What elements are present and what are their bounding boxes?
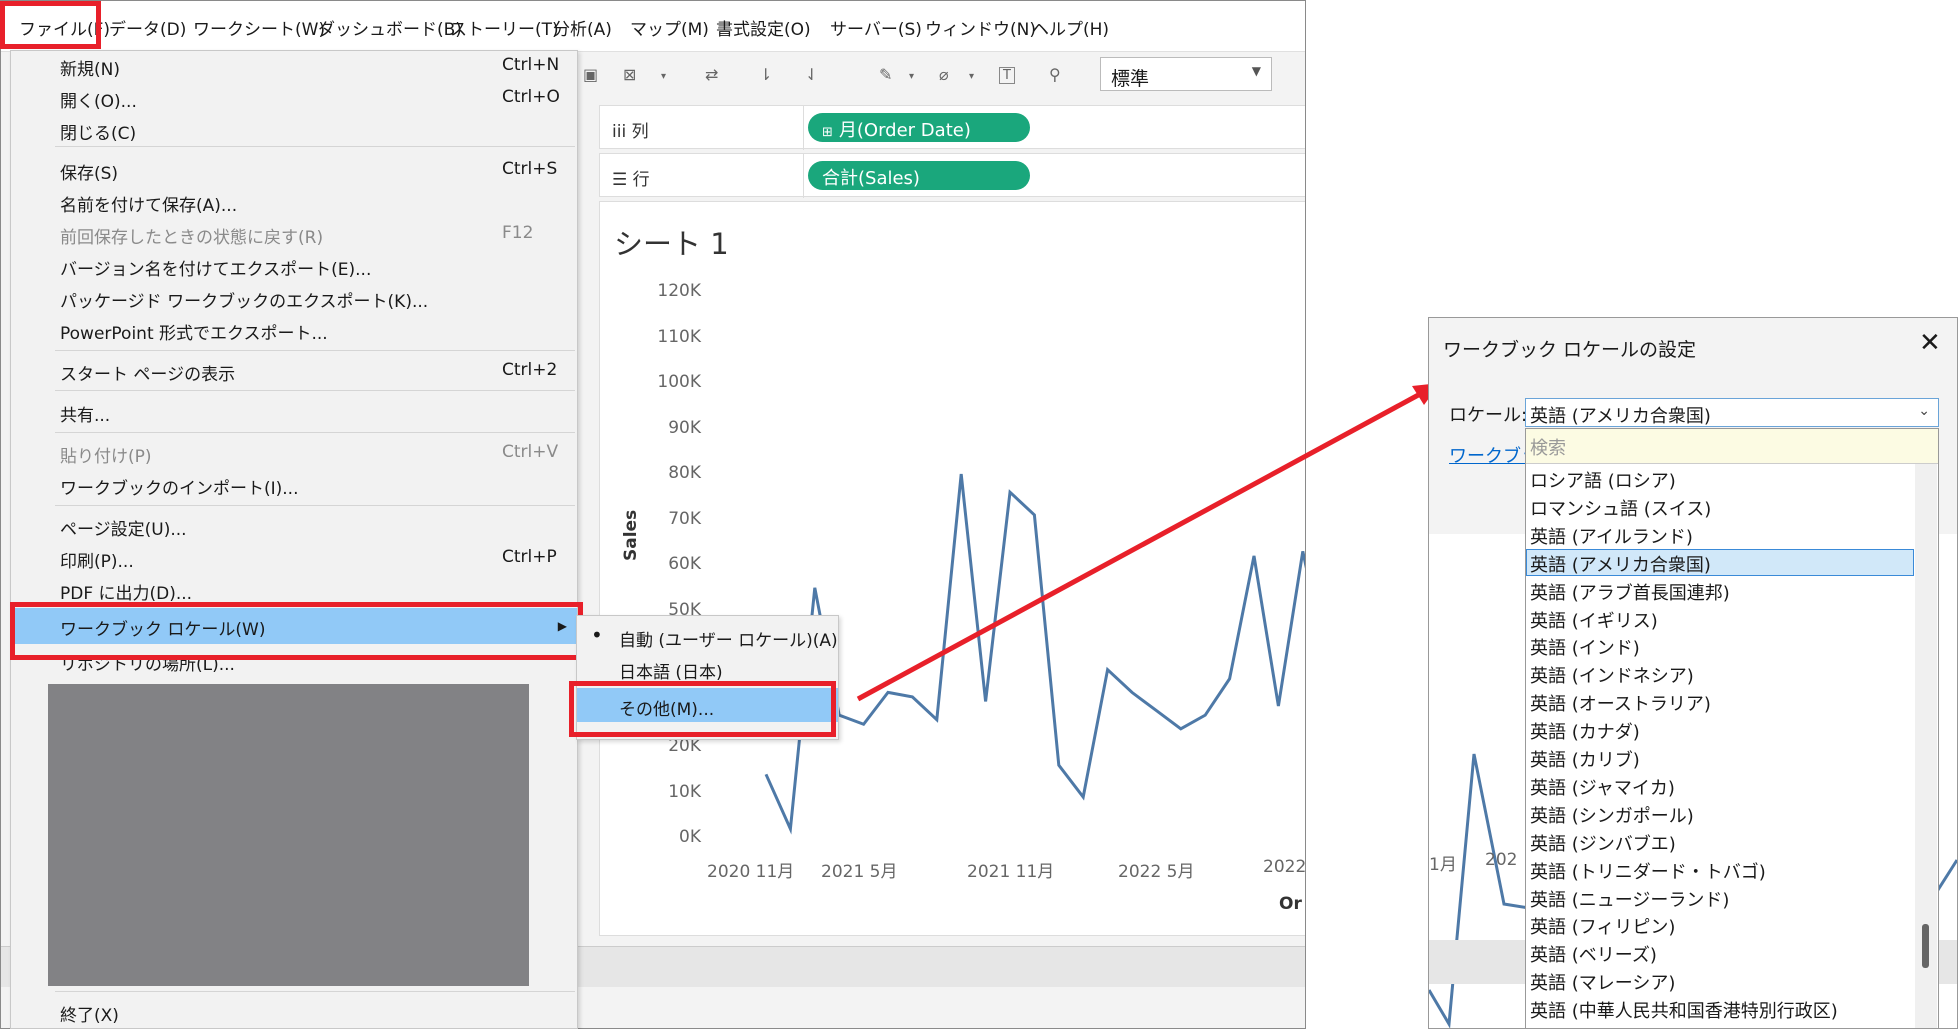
locale-combobox[interactable]: 英語 (アメリカ合衆国) ⌄ [1525,398,1939,427]
locale-option[interactable]: 英語 (中華人民共和国香港特別行政区) [1526,995,1914,1022]
locale-option[interactable]: 英語 (フィリピン) [1526,911,1914,938]
scrollbar-thumb[interactable] [1922,924,1929,968]
dialog-title: ワークブック ロケールの設定 [1443,339,1697,361]
locale-option[interactable]: 英語 (アメリカ合衆国) [1526,548,1914,576]
locale-option[interactable]: ロシア語 (ロシア) [1526,465,1914,492]
locale-combobox-value: 英語 (アメリカ合衆国) [1530,406,1711,427]
locale-label: ロケール: [1449,405,1528,426]
locale-option[interactable]: 英語 (カリブ) [1526,744,1914,771]
chevron-down-icon: ⌄ [1918,403,1930,419]
locale-option[interactable]: 英語 (アイルランド) [1526,521,1914,548]
locale-option[interactable]: 英語 (イギリス) [1526,605,1914,632]
locale-option[interactable]: 英語 (オーストラリア) [1526,688,1914,715]
locale-search-input[interactable]: 検索 [1526,429,1938,464]
workbook-link[interactable]: ワークブッ [1449,442,1529,468]
locale-option[interactable]: 英語 (ニュージーランド) [1526,884,1914,911]
background-x-tick: 1月 [1429,855,1457,875]
locale-option[interactable]: 英語 (ジャマイカ) [1526,772,1914,799]
locale-option[interactable]: 英語 (インドネシア) [1526,660,1914,687]
locale-option[interactable]: 英語 (シンガポール) [1526,800,1914,827]
locale-option[interactable]: 英語 (インド) [1526,632,1914,659]
locale-option[interactable]: 英語 (アラブ首長国連邦) [1526,577,1914,604]
locale-option[interactable]: 英語 (カナダ) [1526,716,1914,743]
close-icon[interactable]: ✕ [1919,328,1941,358]
locale-option[interactable]: 英語 (マレーシア) [1526,967,1914,994]
locale-option[interactable]: 英語 (ジンバブエ) [1526,828,1914,855]
background-x-tick: 202 [1485,850,1518,870]
locale-option[interactable]: ロマンシュ語 (スイス) [1526,493,1914,520]
locale-option[interactable]: 英語 (ベリーズ) [1526,939,1914,966]
locale-option[interactable]: 英語 (トリニダード・トバゴ) [1526,856,1914,883]
locale-dropdown-list: 検索 ロシア語 (ロシア) ロマンシュ語 (スイス) 英語 (アイルランド) 英語 (… [1525,428,1939,1029]
